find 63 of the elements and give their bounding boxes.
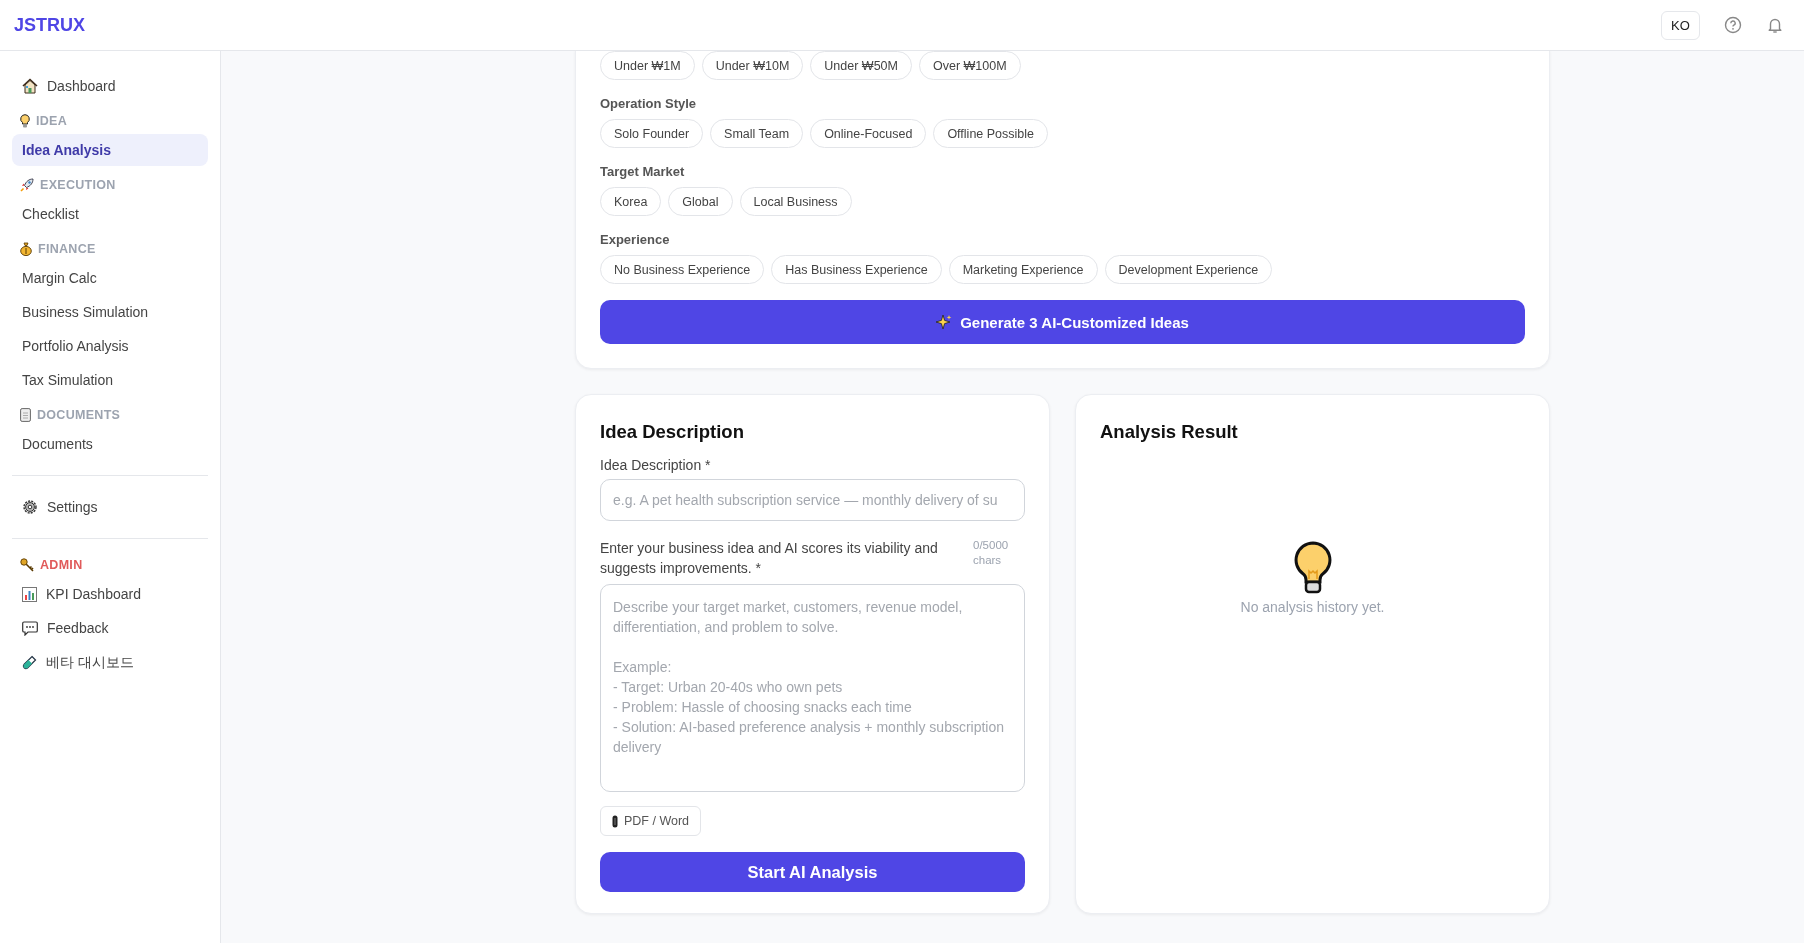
speech-bubble-icon — [22, 620, 38, 636]
filter-chip[interactable]: Solo Founder — [600, 119, 704, 148]
bar-chart-icon — [22, 586, 37, 602]
lightbulb-icon — [20, 114, 30, 128]
filter-chip[interactable]: Local Business — [739, 187, 852, 216]
money-bag-icon — [20, 242, 32, 256]
nav-item[interactable]: Margin Calc — [12, 262, 208, 294]
nav-item[interactable]: Feedback — [47, 612, 208, 644]
section-heading: DOCUMENTS — [37, 408, 121, 422]
filter-chip[interactable]: Development Experience — [1104, 255, 1273, 284]
nav-item[interactable]: Idea Analysis — [12, 134, 208, 166]
nav-item[interactable]: Business Simulation — [12, 296, 208, 328]
house-icon — [22, 78, 38, 94]
test-tube-icon — [22, 654, 37, 670]
section-heading: ADMIN — [40, 558, 83, 572]
nav-item[interactable]: Portfolio Analysis — [12, 330, 208, 362]
document-icon — [20, 408, 31, 422]
filter-chip[interactable]: No Business Experience — [600, 255, 765, 284]
nav-item[interactable]: KPI Dashboard — [46, 578, 208, 610]
help-icon[interactable] — [1724, 16, 1742, 34]
empty-state-text: No analysis history yet. — [1240, 599, 1385, 615]
idea-textarea[interactable]: Describe your target market, customers, revenue model, differentiation, and problem to solve. Example: - Target: Urban 20-40s who own pets - Problem: Hassle of choosing snacks each time - Solution: AI-based preference analysis + monthly subscription delivery — [600, 584, 1025, 792]
generate-ideas-button[interactable]: Generate 3 AI-Customized Ideas — [600, 300, 1525, 344]
filter-chip[interactable]: Under ₩50M — [810, 51, 912, 80]
card-title: Analysis Result — [1100, 421, 1239, 443]
section-heading: EXECUTION — [40, 178, 116, 192]
start-analysis-button[interactable]: Start AI Analysis — [600, 852, 1025, 892]
section-heading: IDEA — [36, 114, 68, 128]
language-button[interactable]: KO — [1661, 10, 1700, 40]
sparkles-icon — [936, 314, 953, 330]
filter-chip[interactable]: Over ₩100M — [918, 51, 1021, 80]
filter-chip[interactable]: Has Business Experience — [771, 255, 942, 284]
filter-chip[interactable]: Korea — [600, 187, 662, 216]
nav-item[interactable]: Documents — [12, 428, 208, 460]
paperclip-icon — [612, 814, 618, 828]
card-title: Idea Description — [600, 421, 745, 443]
app-logo[interactable]: JSTRUX — [14, 14, 85, 36]
help-text: Enter your business idea and AI scores its viability and suggests improvements. * — [600, 539, 939, 578]
nav-item[interactable]: Dashboard — [47, 70, 208, 102]
section-heading: FINANCE — [38, 242, 96, 256]
filter-chip[interactable]: Offline Possible — [933, 119, 1048, 148]
filter-label: Target Market — [600, 164, 686, 179]
key-icon — [20, 558, 34, 572]
notification-bell-icon[interactable] — [1766, 16, 1784, 34]
filter-chip[interactable]: Marketing Experience — [948, 255, 1098, 284]
attach-file-button[interactable]: PDF / Word — [600, 806, 702, 836]
nav-item[interactable]: 베타 대시보드 — [46, 646, 208, 678]
filter-chip[interactable]: Under ₩10M — [701, 51, 804, 80]
field-label: Idea Description * — [600, 457, 712, 473]
nav-item[interactable]: Settings — [47, 491, 208, 523]
filter-label: Operation Style — [600, 96, 698, 111]
filter-chip[interactable]: Global — [668, 187, 733, 216]
filter-chip[interactable]: Small Team — [710, 119, 804, 148]
filter-label: Experience — [600, 232, 671, 247]
character-counter: 0/5000 chars — [973, 538, 1010, 568]
rocket-icon — [20, 178, 34, 192]
nav-item[interactable]: Checklist — [12, 198, 208, 230]
filter-chip[interactable]: Under ₩1M — [600, 51, 695, 80]
filter-chip[interactable]: Online-Focused — [810, 119, 927, 148]
lightbulb-icon — [1293, 541, 1332, 595]
idea-input-field[interactable]: e.g. A pet health subscription service — monthly delivery of su — [600, 479, 1025, 521]
settings-icon — [22, 499, 38, 515]
nav-item[interactable]: Tax Simulation — [12, 364, 208, 396]
